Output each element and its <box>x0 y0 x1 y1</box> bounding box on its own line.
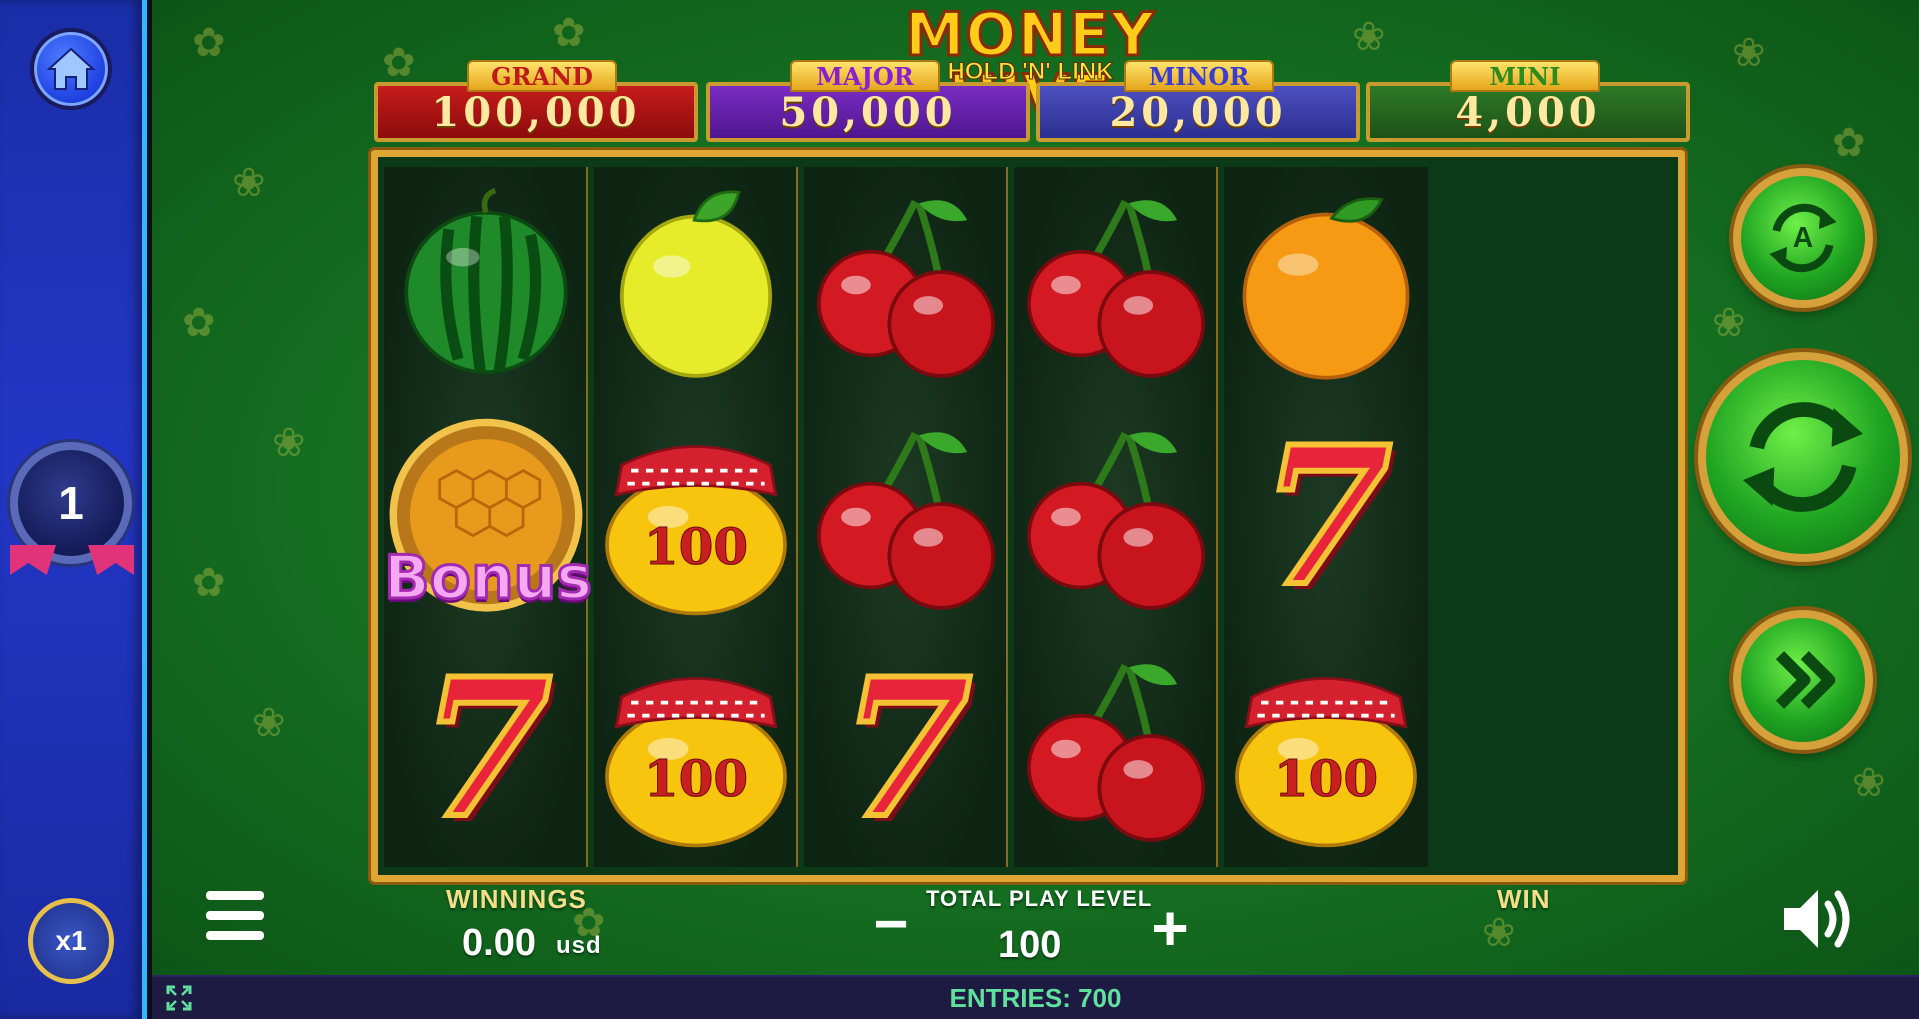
flower-doodle-icon: ✿ <box>192 561 226 605</box>
reel-column: Bonus 7 <box>383 167 594 867</box>
cherry-icon <box>1026 199 1206 378</box>
flower-doodle-icon: ❀ <box>1712 301 1746 345</box>
lemon-symbol <box>594 173 798 397</box>
seven-label: 7 <box>837 637 975 860</box>
level-value: 1 <box>58 477 84 529</box>
home-button[interactable] <box>30 28 112 110</box>
ribbon-left <box>10 545 56 575</box>
flower-doodle-icon: ❀ <box>232 161 266 205</box>
reel-grid: Bonus 7 100 100 7 7 100 <box>371 150 1685 882</box>
autoplay-letter: A <box>1793 222 1813 254</box>
ribbon-right <box>88 545 134 575</box>
left-sidebar: 1 x1 <box>0 0 147 1019</box>
sound-icon[interactable] <box>1780 884 1856 954</box>
seven-symbol: 7 <box>804 637 1008 861</box>
decrease-bet-button[interactable]: − <box>866 894 916 954</box>
cherry-symbol <box>804 405 1008 629</box>
increase-bet-button[interactable]: + <box>1144 896 1196 960</box>
orange-icon <box>1242 197 1410 380</box>
fast-forward-icon <box>1775 651 1836 709</box>
seven-symbol: 7 <box>384 637 588 861</box>
winnings-value: 0.00 <box>462 922 536 964</box>
seven-symbol: 7 <box>1224 405 1428 629</box>
cherry-icon <box>816 431 996 610</box>
multiplier-value: x1 <box>55 925 87 956</box>
cherry-icon <box>1026 663 1206 842</box>
jackpot-grand-label: GRAND <box>467 60 617 92</box>
flower-doodle-icon: ❀ <box>252 701 286 745</box>
play-level-label: TOTAL PLAY LEVEL <box>926 886 1153 911</box>
watermelon-symbol <box>384 173 588 397</box>
cherry-symbol <box>1014 173 1218 397</box>
flower-doodle-icon: ✿ <box>552 11 586 55</box>
autoplay-button[interactable]: A <box>1733 168 1873 308</box>
jackpot-mini-label: MINI <box>1450 60 1600 92</box>
bee-doodle-icon: ✿ <box>192 21 226 65</box>
orange-symbol <box>1224 173 1428 397</box>
cherry-symbol <box>1014 405 1218 629</box>
honey-jar-value: 100 <box>643 517 749 577</box>
cherry-symbol <box>1014 637 1218 861</box>
flower-doodle-icon: ❀ <box>1352 15 1386 59</box>
autoplay-icon: A <box>1769 203 1837 273</box>
bonus-symbol: Bonus <box>383 405 594 629</box>
turbo-button[interactable] <box>1733 610 1873 750</box>
multiplier-button[interactable]: x1 <box>28 898 114 984</box>
entries-bar: ENTRIES: 700 <box>152 975 1919 1019</box>
reel-column: 100 100 <box>594 167 798 867</box>
honey-jar-value: 100 <box>1273 749 1379 809</box>
win-label: WIN <box>1497 884 1551 914</box>
winnings-label: WINNINGS <box>446 884 587 914</box>
flower-doodle-icon: ❀ <box>1852 761 1886 805</box>
game-screen: 1 x1 ✿ ❀ ✿ ❀ ✿ ❀ ✿ ❀ ✿ ❀ ✿ ❀ ✿ ❀ ✿ ❀ MON… <box>0 0 1919 1019</box>
flower-doodle-icon: ✿ <box>382 41 416 85</box>
seven-label: 7 <box>1257 405 1395 628</box>
flower-doodle-icon: ✿ <box>1832 121 1866 165</box>
spin-icon <box>1742 402 1864 512</box>
cherry-icon <box>816 199 996 378</box>
flower-doodle-icon: ✿ <box>182 301 216 345</box>
spin-button[interactable] <box>1698 352 1908 562</box>
flower-doodle-icon: ❀ <box>272 421 306 465</box>
honey-jar-symbol: 100 <box>1224 637 1428 861</box>
watermelon-icon <box>404 187 568 375</box>
currency-label: usd <box>556 932 602 959</box>
reel-column: 7 100 <box>1224 167 1428 867</box>
reel-column <box>1014 167 1218 867</box>
menu-icon[interactable] <box>204 885 266 947</box>
honey-jar-value: 100 <box>643 749 749 809</box>
jackpot-minor-label: MINOR <box>1124 60 1274 92</box>
entries-text: ENTRIES: 700 <box>949 983 1122 1013</box>
play-level-value: 100 <box>998 924 1062 966</box>
honey-jar-symbol: 100 <box>594 637 798 861</box>
honey-jar-symbol: 100 <box>594 405 798 629</box>
home-icon <box>46 47 96 90</box>
flower-doodle-icon: ❀ <box>1732 31 1766 75</box>
reel-column: 7 <box>804 167 1008 867</box>
cherry-symbol <box>804 173 1008 397</box>
jackpot-major-label: MAJOR <box>790 60 940 92</box>
flower-doodle-icon: ❀ <box>1482 911 1516 955</box>
seven-label: 7 <box>417 637 555 860</box>
bonus-label: Bonus <box>383 542 594 615</box>
lemon-icon <box>619 190 773 378</box>
cherry-icon <box>1026 431 1206 610</box>
